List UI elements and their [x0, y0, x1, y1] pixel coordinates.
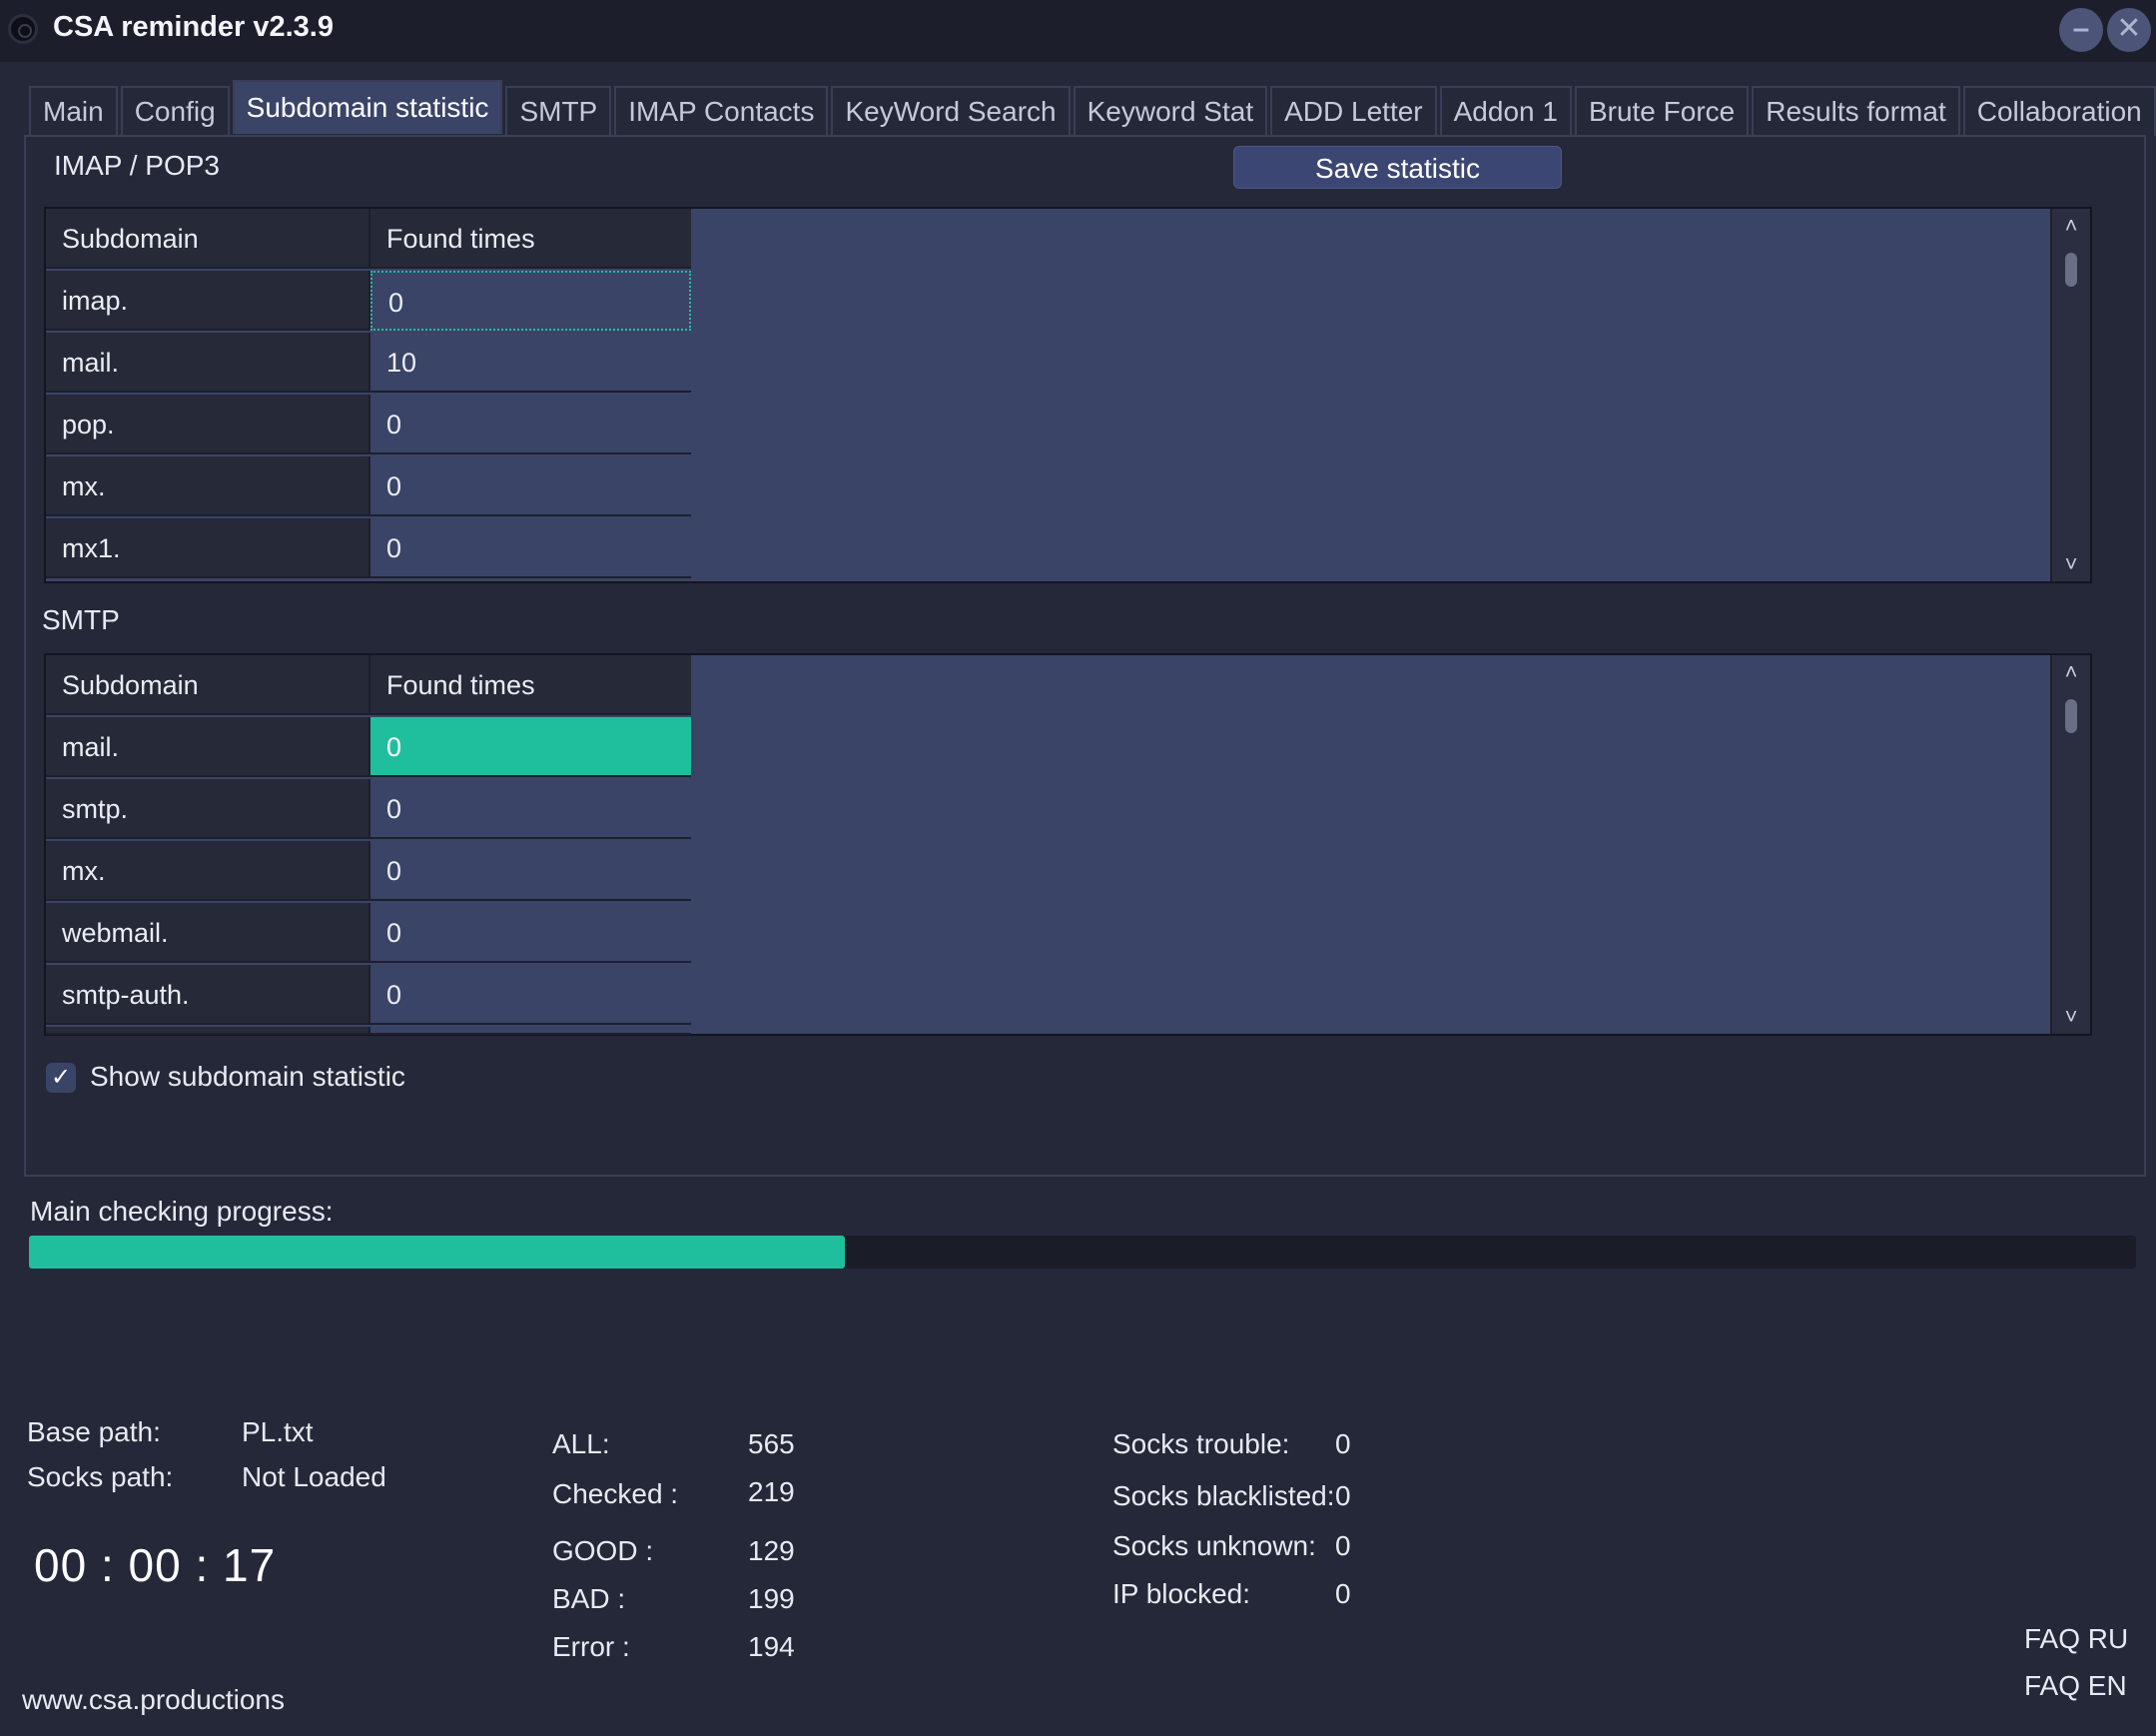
imap-grid-scrollbar[interactable]: ˄ ˅ — [2050, 209, 2090, 581]
table-row-subdomain[interactable]: smtp-auth. — [46, 965, 370, 1025]
tab-bar: Main Config Subdomain statistic SMTP IMA… — [29, 80, 2156, 136]
grid-header-found-times: Found times — [370, 655, 691, 715]
table-row-subdomain[interactable]: mx. — [46, 841, 370, 901]
table-row-subdomain[interactable]: mx1. — [46, 518, 370, 578]
window-title: CSA reminder v2.3.9 — [53, 11, 334, 43]
table-row-found[interactable]: 0 — [370, 841, 691, 901]
socks-trouble-value: 0 — [1335, 1428, 1351, 1459]
table-row-subdomain[interactable]: smtp. — [46, 779, 370, 839]
table-row-found[interactable]: 0 — [370, 271, 691, 331]
title-bar: CSA reminder v2.3.9 – ✕ — [0, 0, 2156, 62]
table-row-found[interactable]: 0 — [370, 903, 691, 963]
show-subdomain-statistic-checkbox[interactable]: ✓ — [46, 1063, 76, 1093]
close-button[interactable]: ✕ — [2107, 8, 2151, 52]
tab-addon-1[interactable]: Addon 1 — [1439, 86, 1572, 136]
tab-keyword-search[interactable]: KeyWord Search — [831, 86, 1071, 136]
show-subdomain-statistic-label[interactable]: Show subdomain statistic — [90, 1061, 405, 1093]
app-logo-icon — [8, 14, 38, 44]
tab-keyword-stat[interactable]: Keyword Stat — [1073, 86, 1268, 136]
tab-collaboration[interactable]: Collaboration — [1962, 86, 2156, 136]
count-checked-value: 219 — [748, 1476, 795, 1507]
progress-label: Main checking progress: — [30, 1196, 334, 1227]
tab-results-format[interactable]: Results format — [1752, 86, 1960, 136]
table-row-subdomain[interactable]: mail. — [46, 333, 370, 393]
table-row-found[interactable]: 10 — [370, 333, 691, 393]
scroll-down-icon[interactable]: ˅ — [2052, 1004, 2090, 1030]
table-row-subdomain[interactable]: mail. — [46, 717, 370, 777]
website-link[interactable]: www.csa.productions — [22, 1684, 285, 1716]
count-error-value: 194 — [748, 1631, 795, 1662]
elapsed-timer: 00 : 00 : 17 — [34, 1539, 277, 1591]
table-row-subdomain[interactable]: mx. — [46, 456, 370, 516]
scroll-up-icon[interactable]: ˄ — [2052, 659, 2090, 685]
scroll-thumb[interactable] — [2065, 253, 2077, 287]
socks-path-value: Not Loaded — [242, 1461, 386, 1492]
socks-blacklisted-label: Socks blacklisted: — [1112, 1480, 1335, 1511]
table-row-found[interactable]: 0 — [370, 518, 691, 578]
ip-blocked-label: IP blocked: — [1112, 1578, 1251, 1609]
table-row-subdomain[interactable]: pop. — [46, 395, 370, 454]
count-checked-label: Checked : — [552, 1478, 679, 1509]
grid-header-subdomain: Subdomain — [46, 655, 370, 715]
tab-main[interactable]: Main — [29, 86, 118, 136]
count-error-label: Error : — [552, 1631, 630, 1662]
socks-unknown-label: Socks unknown: — [1112, 1530, 1316, 1561]
tab-brute-force[interactable]: Brute Force — [1574, 86, 1750, 136]
smtp-grid-scrollbar[interactable]: ˄ ˅ — [2050, 655, 2090, 1034]
tab-add-letter[interactable]: ADD Letter — [1270, 86, 1437, 136]
socks-path-label: Socks path: — [27, 1461, 174, 1492]
table-row-found[interactable]: 0 — [370, 456, 691, 516]
smtp-section-label: SMTP — [42, 604, 120, 635]
scroll-down-icon[interactable]: ˅ — [2052, 551, 2090, 577]
table-row-subdomain[interactable]: webmail. — [46, 903, 370, 963]
table-row-partial — [370, 1027, 691, 1035]
socks-unknown-value: 0 — [1335, 1530, 1351, 1561]
count-good-value: 129 — [748, 1535, 795, 1566]
tab-smtp[interactable]: SMTP — [505, 86, 612, 136]
count-good-label: GOOD : — [552, 1535, 654, 1566]
table-row-partial — [46, 1027, 370, 1035]
ip-blocked-value: 0 — [1335, 1578, 1351, 1609]
faq-en-link[interactable]: FAQ EN — [2024, 1670, 2127, 1702]
grid-header-found-times: Found times — [370, 209, 691, 269]
table-row-found[interactable]: 0 — [370, 965, 691, 1025]
smtp-subdomain-grid[interactable]: Subdomain Found times mail. 0 smtp. 0 mx… — [44, 653, 2092, 1036]
count-all-label: ALL: — [552, 1428, 610, 1459]
minimize-button[interactable]: – — [2059, 8, 2103, 52]
save-statistic-button[interactable]: Save statistic — [1233, 146, 1562, 189]
grid-header-subdomain: Subdomain — [46, 209, 370, 269]
socks-blacklisted-value: 0 — [1335, 1480, 1351, 1511]
scroll-up-icon[interactable]: ˄ — [2052, 213, 2090, 239]
tab-subdomain-statistic[interactable]: Subdomain statistic — [232, 80, 503, 134]
main-progress-fill — [29, 1236, 845, 1269]
count-bad-label: BAD : — [552, 1583, 626, 1614]
imap-subdomain-grid[interactable]: Subdomain Found times imap. 0 mail. 10 p… — [44, 207, 2092, 583]
base-path-value: PL.txt — [242, 1416, 314, 1447]
table-row-found[interactable]: 0 — [370, 717, 691, 777]
count-bad-value: 199 — [748, 1583, 795, 1614]
main-progress-bar — [29, 1236, 2136, 1269]
socks-trouble-label: Socks trouble: — [1112, 1428, 1290, 1459]
table-row-found[interactable]: 0 — [370, 395, 691, 454]
table-row-subdomain[interactable]: imap. — [46, 271, 370, 331]
scroll-thumb[interactable] — [2065, 699, 2077, 733]
tab-imap-contacts[interactable]: IMAP Contacts — [614, 86, 829, 136]
base-path-label: Base path: — [27, 1416, 161, 1447]
tab-config[interactable]: Config — [120, 86, 230, 136]
table-row-found[interactable]: 0 — [370, 779, 691, 839]
imap-section-label: IMAP / POP3 — [54, 150, 220, 181]
faq-ru-link[interactable]: FAQ RU — [2024, 1623, 2128, 1655]
count-all-value: 565 — [748, 1428, 795, 1459]
